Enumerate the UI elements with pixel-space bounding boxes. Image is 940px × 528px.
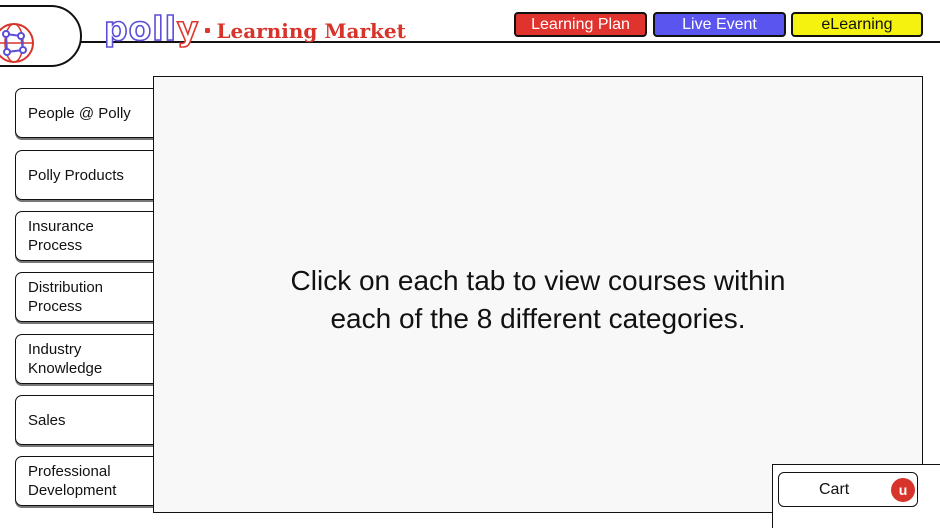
tab-learning-plan[interactable]: Learning Plan <box>514 12 647 37</box>
sidebar-item-label: Distribution Process <box>28 279 104 315</box>
sidebar-item-label: Professional Development <box>28 463 117 499</box>
sidebar-item-label: Sales <box>28 411 66 429</box>
sidebar-item-professional-development[interactable]: Professional Development <box>15 456 175 506</box>
sidebar-item-label: Polly Products <box>28 166 124 184</box>
sidebar-item-insurance-process[interactable]: Insurance Process <box>15 211 175 261</box>
tab-live-event[interactable]: Live Event <box>653 12 786 37</box>
cart-label: Cart <box>819 481 850 498</box>
instruction-line-1: Click on each tab to view courses within <box>290 265 786 296</box>
brand-logo-word: polly <box>103 8 200 48</box>
brand-subtitle: Learning Market <box>216 19 406 43</box>
cart-button[interactable]: Cart u <box>778 472 918 507</box>
brand-dot <box>205 27 211 33</box>
sidebar-item-polly-products[interactable]: Polly Products <box>15 150 175 200</box>
globe-network-icon <box>0 23 34 63</box>
logo-container[interactable] <box>0 5 82 67</box>
brand-title: polly Learning Market <box>103 8 406 48</box>
sidebar-item-distribution-process[interactable]: Distribution Process <box>15 272 175 322</box>
tab-elearning[interactable]: eLearning <box>791 12 923 37</box>
instruction-message: Click on each tab to view courses within… <box>153 262 923 338</box>
instruction-line-2: each of the 8 different categories. <box>330 303 746 334</box>
cart-badge: u <box>891 478 915 502</box>
sidebar-item-people-at-polly[interactable]: People @ Polly <box>15 88 175 138</box>
sidebar-item-label: Insurance Process <box>28 218 94 254</box>
sidebar-item-label: People @ Polly <box>28 104 131 122</box>
sidebar-item-sales[interactable]: Sales <box>15 395 175 445</box>
sidebar-item-industry-knowledge[interactable]: Industry Knowledge <box>15 334 175 384</box>
sidebar-item-label: Industry Knowledge <box>28 341 103 377</box>
